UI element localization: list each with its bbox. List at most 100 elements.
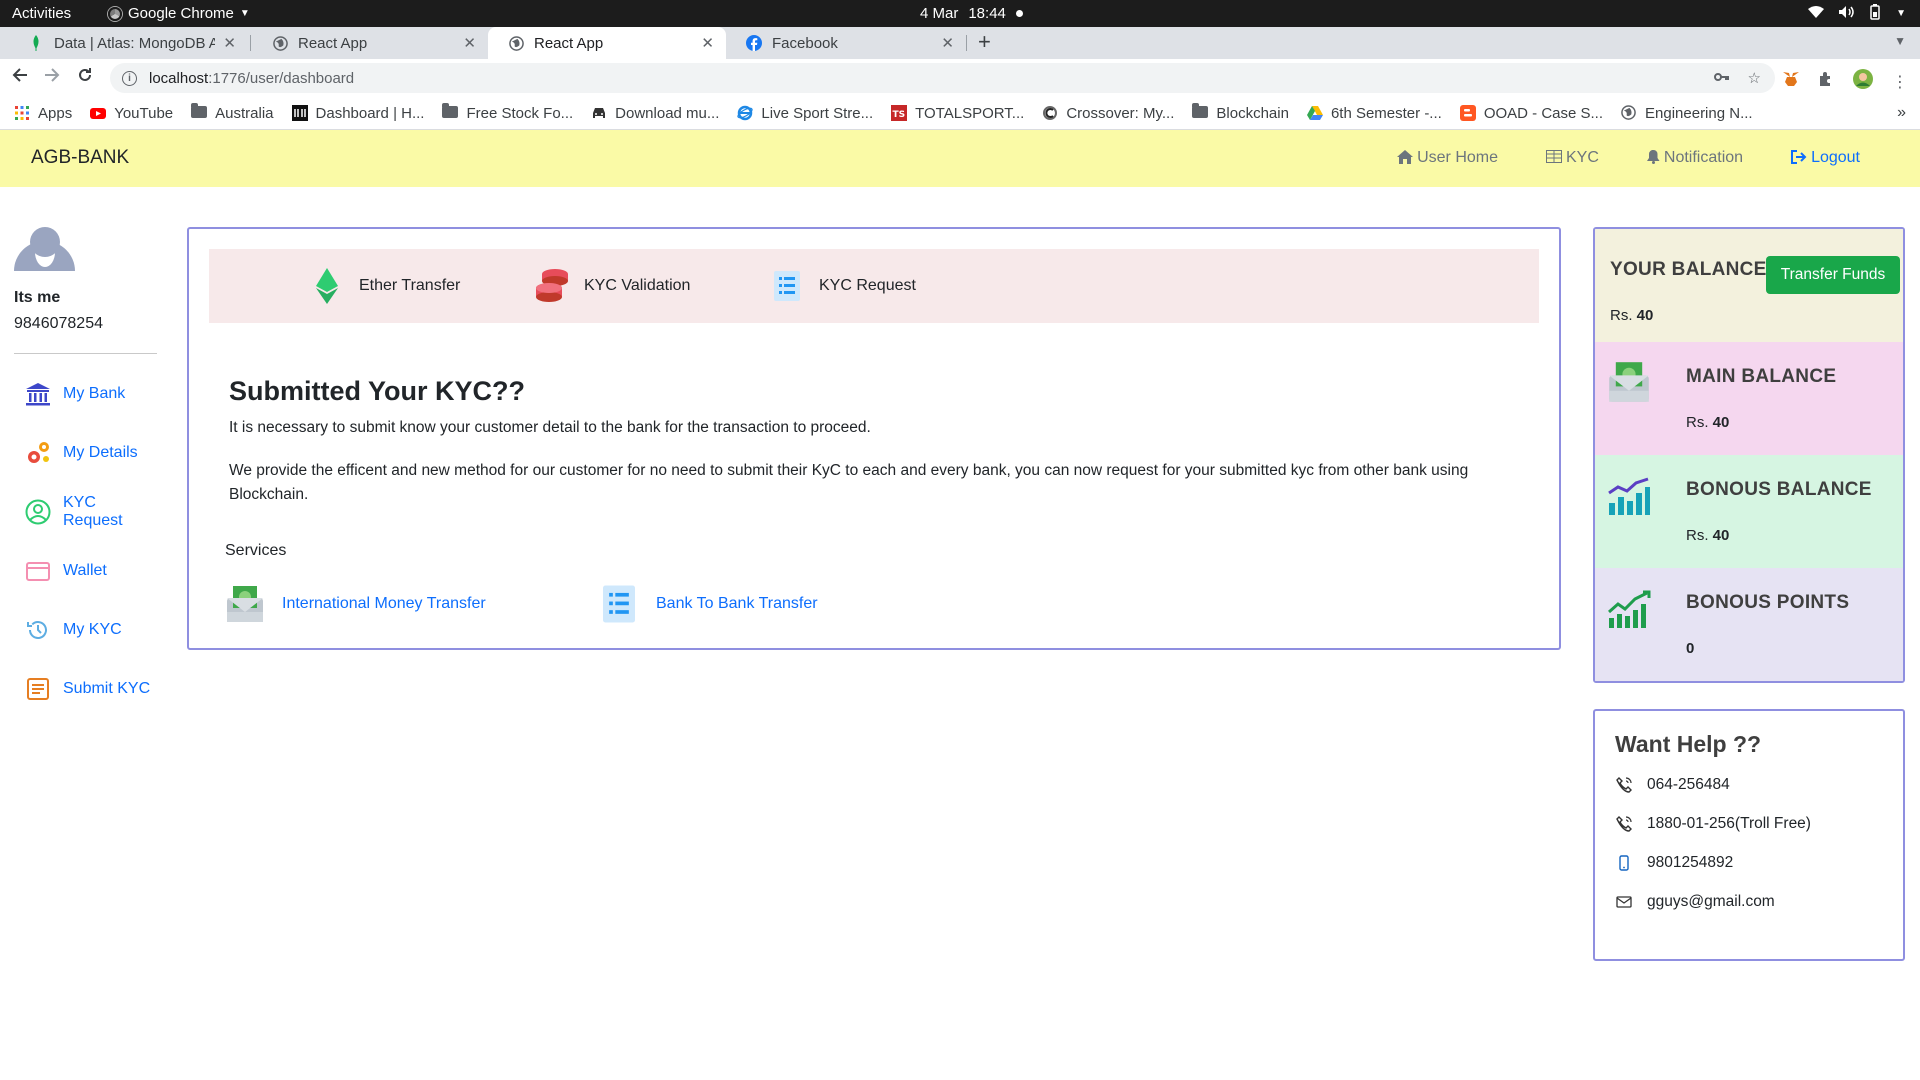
sidebar-item-kyc-request[interactable]: KYC Request — [14, 482, 157, 541]
contact-value: gguys@gmail.com — [1647, 893, 1775, 910]
new-tab-button[interactable]: + — [978, 29, 991, 55]
sidebar-item-my-bank[interactable]: My Bank — [14, 364, 157, 423]
sidebar-item-label: Submit KYC — [63, 679, 151, 697]
extensions-puzzle-icon[interactable] — [1818, 71, 1834, 92]
bonus-points-value: 0 — [1686, 640, 1695, 657]
app-name: Google Chrome — [128, 5, 234, 22]
key-icon[interactable] — [1713, 69, 1730, 87]
nav-kyc[interactable]: KYC — [1546, 149, 1599, 167]
sidebar-item-my-kyc[interactable]: My KYC — [14, 600, 157, 659]
tab-mongodb[interactable]: Data | Atlas: MongoDB At ✕ — [8, 27, 248, 59]
nav-links: User Home KYC Notification Logout — [1397, 149, 1860, 167]
contact-value: 9801254892 — [1647, 854, 1734, 871]
bonus-points-section: BONOUS POINTS 0 — [1595, 568, 1903, 681]
quick-action-label: Ether Transfer — [359, 277, 461, 294]
quick-action-label: KYC Request — [819, 277, 916, 294]
sidebar-item-label: KYC Request — [63, 493, 123, 529]
bookmark-crossover[interactable]: Crossover: My... — [1042, 105, 1174, 122]
metamask-fox-icon[interactable] — [1782, 70, 1800, 93]
caret-down-icon: ▼ — [239, 8, 250, 19]
bar-chart-icon — [1607, 477, 1651, 521]
bookmark-australia[interactable]: Australia — [191, 103, 274, 122]
help-phone-1[interactable]: 064-256484 — [1615, 776, 1730, 794]
bookmark-totalsport[interactable]: TS TOTALSPORT... — [891, 105, 1024, 122]
close-icon[interactable]: ✕ — [701, 34, 714, 52]
main-balance-value: Rs. 40 — [1686, 414, 1729, 431]
tab-facebook[interactable]: Facebook ✕ — [726, 27, 966, 59]
kyc-blockchain-description: We provide the efficent and new method f… — [229, 462, 1469, 503]
close-icon[interactable]: ✕ — [463, 34, 476, 52]
bookmark-blockchain[interactable]: Blockchain — [1192, 103, 1289, 122]
reload-button[interactable] — [77, 66, 93, 89]
quick-kyc-request[interactable]: KYC Request — [769, 249, 916, 323]
browser-toolbar: i localhost:1776/user/dashboard ☆ ⋮ — [0, 59, 1920, 97]
blogger-icon — [1459, 105, 1476, 121]
money-envelope-icon — [225, 584, 265, 624]
tab-separator — [966, 35, 967, 51]
close-icon[interactable]: ✕ — [941, 34, 954, 52]
bookmark-6th-semester[interactable]: 6th Semester -... — [1306, 105, 1442, 122]
bookmark-ooad[interactable]: OOAD - Case S... — [1459, 105, 1603, 122]
bookmark-star-icon[interactable]: ☆ — [1748, 69, 1761, 87]
main-card: Ether Transfer KYC Validation KYC Reques… — [187, 227, 1561, 650]
bookmark-dashboard[interactable]: Dashboard | H... — [291, 105, 424, 122]
bookmarks-bar: Apps YouTube Australia Dashboard | H... … — [0, 97, 1920, 130]
currency-prefix: Rs. — [1610, 307, 1633, 324]
help-phone-2[interactable]: 1880-01-256(Troll Free) — [1615, 815, 1811, 833]
sidebar-item-submit-kyc[interactable]: Submit KYC — [14, 659, 157, 718]
tab-react-app-active[interactable]: React App ✕ — [488, 27, 726, 59]
quick-ether-transfer[interactable]: Ether Transfer — [309, 249, 460, 323]
site-info-icon[interactable]: i — [122, 70, 137, 86]
user-phone: 9846078254 — [14, 315, 103, 332]
nav-link-label: Notification — [1663, 149, 1744, 166]
bookmark-youtube[interactable]: YouTube — [90, 105, 173, 122]
clock-time: 18:44 — [968, 5, 1006, 22]
nav-user-home[interactable]: User Home — [1397, 149, 1498, 167]
sidebar-item-my-details[interactable]: My Details — [14, 423, 157, 482]
clock[interactable]: 4 Mar 18:44 — [920, 5, 1023, 22]
crossover-icon — [1042, 105, 1058, 121]
back-button[interactable] — [12, 66, 28, 89]
app-menu[interactable]: Google Chrome ▼ — [108, 5, 250, 22]
transfer-funds-button[interactable]: Transfer Funds — [1766, 256, 1900, 294]
service-bank-to-bank-transfer[interactable]: Bank To Bank Transfer — [599, 584, 818, 624]
bell-icon — [1646, 149, 1660, 167]
bookmark-download-mu[interactable]: Download mu... — [591, 105, 719, 122]
document-icon — [25, 676, 51, 702]
bookmark-apps[interactable]: Apps — [14, 105, 72, 122]
service-international-money-transfer[interactable]: International Money Transfer — [225, 584, 486, 624]
home-icon — [1397, 149, 1414, 167]
quick-kyc-validation[interactable]: KYC Validation — [534, 249, 690, 323]
tab-search-icon[interactable]: ▼ — [1894, 34, 1906, 48]
envelope-icon — [1615, 893, 1633, 911]
bookmark-free-stock[interactable]: Free Stock Fo... — [442, 103, 573, 122]
address-bar[interactable]: i localhost:1776/user/dashboard ☆ — [110, 63, 1775, 93]
main-balance-title: MAIN BALANCE — [1686, 366, 1837, 387]
app-navbar: AGB-BANK User Home KYC Notification Logo… — [0, 130, 1920, 187]
close-icon[interactable]: ✕ — [223, 34, 236, 52]
contact-value: 1880-01-256(Troll Free) — [1647, 815, 1811, 832]
bookmark-live-sport[interactable]: Live Sport Stre... — [737, 105, 873, 122]
forward-button[interactable] — [44, 66, 60, 89]
tab-react-app-1[interactable]: React App ✕ — [252, 27, 488, 59]
sidebar-divider — [14, 353, 157, 354]
activities-button[interactable]: Activities — [12, 5, 71, 22]
help-mobile[interactable]: 9801254892 — [1615, 854, 1733, 872]
your-balance-section: YOUR BALANCE Transfer Funds Rs. 40 — [1595, 229, 1903, 342]
your-balance-title: YOUR BALANCE — [1610, 259, 1767, 280]
folder-icon — [191, 103, 208, 121]
notification-dot-icon — [1015, 10, 1023, 17]
nav-logout[interactable]: Logout — [1791, 149, 1860, 167]
system-tray[interactable]: ▼ — [1808, 4, 1906, 23]
chrome-menu-icon[interactable]: ⋮ — [1892, 72, 1908, 92]
sidebar-item-wallet[interactable]: Wallet — [14, 541, 157, 600]
help-email[interactable]: gguys@gmail.com — [1615, 893, 1775, 911]
phone-icon — [1615, 776, 1633, 794]
bookmark-engineering[interactable]: Engineering N... — [1621, 105, 1753, 122]
nav-notification[interactable]: Notification — [1646, 149, 1744, 167]
profile-avatar[interactable] — [1852, 68, 1874, 95]
bookmark-label: Crossover: My... — [1066, 104, 1175, 122]
more-bookmarks-icon[interactable]: » — [1897, 104, 1906, 122]
wallet-icon — [25, 558, 51, 584]
brand-logo[interactable]: AGB-BANK — [31, 147, 129, 169]
